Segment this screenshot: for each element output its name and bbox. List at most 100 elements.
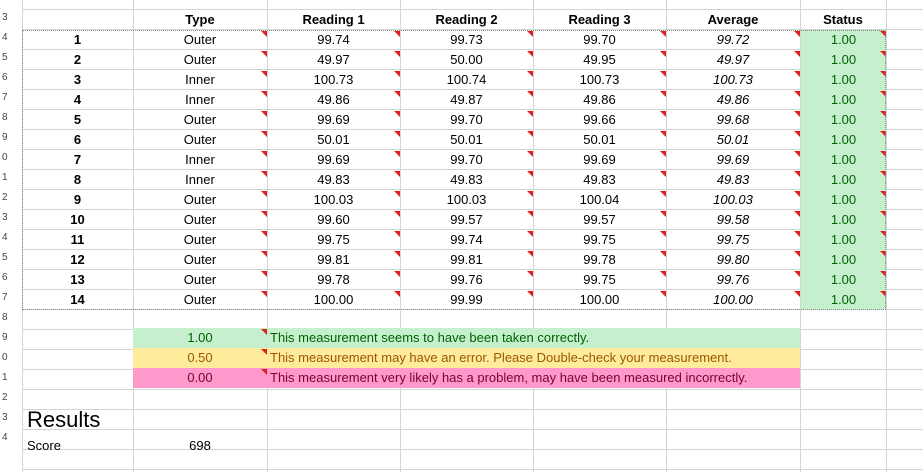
- comment-indicator-icon[interactable]: [261, 171, 267, 177]
- comment-indicator-icon[interactable]: [394, 51, 400, 57]
- row-number[interactable]: 8: [0, 308, 20, 328]
- comment-indicator-icon[interactable]: [261, 329, 267, 335]
- reading-3-cell[interactable]: 100.00: [533, 290, 666, 310]
- row-number[interactable]: 0: [0, 348, 20, 368]
- reading-3-cell[interactable]: 99.75: [533, 230, 666, 250]
- average-cell[interactable]: 100.03: [666, 190, 800, 210]
- comment-indicator-icon[interactable]: [880, 251, 886, 257]
- legend-value[interactable]: 0.50: [133, 348, 267, 368]
- reading-1-cell[interactable]: 99.78: [267, 270, 400, 290]
- status-cell[interactable]: 1.00: [801, 110, 886, 130]
- row-id-cell[interactable]: 2: [22, 50, 133, 70]
- reading-1-cell[interactable]: 100.73: [267, 70, 400, 90]
- status-cell[interactable]: 1.00: [801, 210, 886, 230]
- comment-indicator-icon[interactable]: [880, 231, 886, 237]
- reading-1-cell[interactable]: 49.83: [267, 170, 400, 190]
- row-number[interactable]: 8: [0, 108, 20, 128]
- average-cell[interactable]: 99.75: [666, 230, 800, 250]
- average-cell[interactable]: 99.76: [666, 270, 800, 290]
- type-cell[interactable]: Outer: [133, 190, 267, 210]
- type-cell[interactable]: Outer: [133, 130, 267, 150]
- comment-indicator-icon[interactable]: [794, 151, 800, 157]
- comment-indicator-icon[interactable]: [794, 31, 800, 37]
- header-reading-2[interactable]: Reading 2: [400, 10, 533, 30]
- header-average[interactable]: Average: [666, 10, 800, 30]
- comment-indicator-icon[interactable]: [527, 231, 533, 237]
- comment-indicator-icon[interactable]: [394, 291, 400, 297]
- comment-indicator-icon[interactable]: [880, 271, 886, 277]
- row-number[interactable]: 9: [0, 128, 20, 148]
- comment-indicator-icon[interactable]: [660, 251, 666, 257]
- header-reading-1[interactable]: Reading 1: [267, 10, 400, 30]
- average-cell[interactable]: 49.86: [666, 90, 800, 110]
- average-cell[interactable]: 99.69: [666, 150, 800, 170]
- row-number[interactable]: 3: [0, 208, 20, 228]
- comment-indicator-icon[interactable]: [261, 231, 267, 237]
- row-number[interactable]: 1: [0, 168, 20, 188]
- reading-2-cell[interactable]: 49.83: [400, 170, 533, 190]
- comment-indicator-icon[interactable]: [394, 251, 400, 257]
- comment-indicator-icon[interactable]: [527, 91, 533, 97]
- row-id-cell[interactable]: 9: [22, 190, 133, 210]
- comment-indicator-icon[interactable]: [880, 191, 886, 197]
- row-number[interactable]: 9: [0, 328, 20, 348]
- average-cell[interactable]: 99.72: [666, 30, 800, 50]
- comment-indicator-icon[interactable]: [660, 151, 666, 157]
- status-cell[interactable]: 1.00: [801, 130, 886, 150]
- reading-1-cell[interactable]: 99.74: [267, 30, 400, 50]
- comment-indicator-icon[interactable]: [794, 271, 800, 277]
- reading-3-cell[interactable]: 99.70: [533, 30, 666, 50]
- row-id-cell[interactable]: 8: [22, 170, 133, 190]
- reading-2-cell[interactable]: 99.81: [400, 250, 533, 270]
- row-number[interactable]: 3: [0, 408, 20, 428]
- comment-indicator-icon[interactable]: [394, 91, 400, 97]
- reading-1-cell[interactable]: 99.69: [267, 150, 400, 170]
- status-cell[interactable]: 1.00: [801, 230, 886, 250]
- comment-indicator-icon[interactable]: [660, 171, 666, 177]
- comment-indicator-icon[interactable]: [394, 111, 400, 117]
- reading-1-cell[interactable]: 99.75: [267, 230, 400, 250]
- comment-indicator-icon[interactable]: [880, 51, 886, 57]
- reading-1-cell[interactable]: 99.69: [267, 110, 400, 130]
- comment-indicator-icon[interactable]: [527, 111, 533, 117]
- row-number[interactable]: 5: [0, 48, 20, 68]
- legend-description[interactable]: This measurement may have an error. Plea…: [267, 348, 800, 368]
- type-cell[interactable]: Inner: [133, 150, 267, 170]
- average-cell[interactable]: 99.58: [666, 210, 800, 230]
- reading-3-cell[interactable]: 49.95: [533, 50, 666, 70]
- average-cell[interactable]: 100.00: [666, 290, 800, 310]
- row-id-cell[interactable]: 13: [22, 270, 133, 290]
- reading-2-cell[interactable]: 99.57: [400, 210, 533, 230]
- comment-indicator-icon[interactable]: [261, 91, 267, 97]
- average-cell[interactable]: 100.73: [666, 70, 800, 90]
- status-cell[interactable]: 1.00: [801, 270, 886, 290]
- comment-indicator-icon[interactable]: [527, 131, 533, 137]
- row-number[interactable]: 7: [0, 288, 20, 308]
- comment-indicator-icon[interactable]: [660, 31, 666, 37]
- reading-3-cell[interactable]: 99.69: [533, 150, 666, 170]
- reading-2-cell[interactable]: 100.74: [400, 70, 533, 90]
- row-number[interactable]: 6: [0, 268, 20, 288]
- comment-indicator-icon[interactable]: [394, 71, 400, 77]
- comment-indicator-icon[interactable]: [527, 211, 533, 217]
- average-cell[interactable]: 99.80: [666, 250, 800, 270]
- comment-indicator-icon[interactable]: [660, 271, 666, 277]
- reading-1-cell[interactable]: 49.97: [267, 50, 400, 70]
- comment-indicator-icon[interactable]: [527, 71, 533, 77]
- reading-1-cell[interactable]: 49.86: [267, 90, 400, 110]
- legend-description[interactable]: This measurement seems to have been take…: [267, 328, 800, 348]
- comment-indicator-icon[interactable]: [660, 71, 666, 77]
- row-id-cell[interactable]: 14: [22, 290, 133, 310]
- comment-indicator-icon[interactable]: [660, 51, 666, 57]
- reading-2-cell[interactable]: 99.73: [400, 30, 533, 50]
- header-type[interactable]: Type: [133, 10, 267, 30]
- comment-indicator-icon[interactable]: [527, 271, 533, 277]
- row-id-cell[interactable]: 11: [22, 230, 133, 250]
- comment-indicator-icon[interactable]: [660, 111, 666, 117]
- comment-indicator-icon[interactable]: [527, 151, 533, 157]
- reading-3-cell[interactable]: 99.66: [533, 110, 666, 130]
- comment-indicator-icon[interactable]: [794, 191, 800, 197]
- status-cell[interactable]: 1.00: [801, 30, 886, 50]
- type-cell[interactable]: Inner: [133, 170, 267, 190]
- row-number[interactable]: 4: [0, 28, 20, 48]
